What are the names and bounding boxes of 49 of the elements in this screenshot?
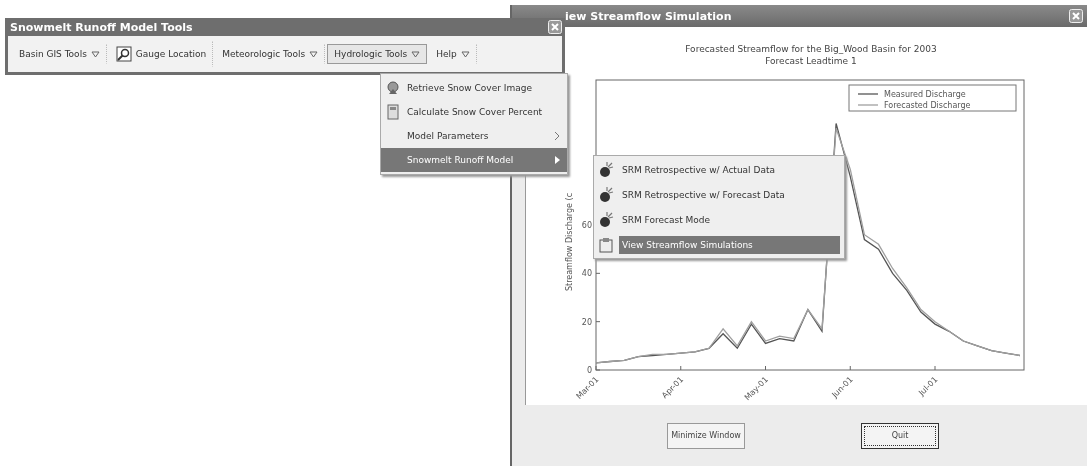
bomb-icon (598, 186, 614, 203)
clipboard-icon (598, 236, 614, 253)
chart-subtitle: Forecast Leadtime 1 (765, 56, 857, 66)
y-tick-label: 60 (581, 221, 592, 230)
menu[interactable]: Hydrologic Tools (327, 44, 428, 64)
y-tick (595, 369, 601, 371)
menu-item[interactable]: SRM Retrospective w/ Forecast Data (619, 185, 840, 204)
menu[interactable]: Help (429, 44, 477, 64)
menu-item[interactable]: View Streamflow Simulations (619, 235, 840, 254)
globe-icon (385, 80, 401, 96)
menu-item[interactable]: Model Parameters (381, 124, 567, 148)
caret-icon (90, 49, 100, 59)
chart-title: Forecasted Streamflow for the Big_Wood Basin for 2003 (685, 44, 937, 54)
triangle-icon (554, 155, 561, 165)
menu[interactable]: Basin GIS Tools (12, 44, 107, 64)
y-tick (595, 272, 601, 274)
close-icon[interactable] (548, 20, 562, 34)
calculator-icon (385, 104, 401, 120)
x-tick (765, 365, 766, 371)
window-title: iew Streamflow Simulation (565, 9, 733, 23)
bomb-icon (598, 161, 614, 178)
menu-item[interactable]: Calculate Snow Cover Percent (381, 100, 567, 124)
x-tick (934, 365, 936, 371)
caret-icon (309, 49, 319, 59)
window-title: Snowmelt Runoff Model Tools (10, 20, 193, 34)
x-tick (849, 365, 851, 371)
caret-icon (460, 49, 470, 59)
legend-label: Measured Discharge (884, 90, 966, 99)
menu-item[interactable]: Snowmelt Runoff Model (381, 148, 567, 172)
button[interactable]: Minimize Window (667, 422, 745, 449)
menu[interactable]: Meteorologic Tools (215, 44, 326, 64)
bomb-icon (598, 211, 614, 228)
axis-title: Streamflow Discharge (c (565, 192, 574, 292)
menu-item[interactable]: SRM Retrospective w/ Actual Data (619, 160, 840, 179)
x-tick (595, 365, 597, 371)
y-tick (595, 321, 601, 323)
button[interactable]: Quit (861, 422, 939, 449)
magnifier-icon (115, 46, 132, 62)
chevron-icon (554, 131, 561, 141)
menu[interactable]: Gauge Location (108, 41, 214, 67)
y-tick-label: 40 (581, 269, 592, 279)
close-icon[interactable] (1069, 9, 1083, 23)
legend-label: Forecasted Discharge (884, 101, 971, 110)
menu-item[interactable]: Retrieve Snow Cover Image (381, 76, 567, 100)
y-tick-label: 20 (581, 317, 592, 327)
menu-item[interactable]: SRM Forecast Mode (619, 210, 840, 229)
caret-icon (411, 49, 421, 59)
y-tick-label: 0 (586, 366, 592, 375)
x-tick (680, 365, 682, 371)
